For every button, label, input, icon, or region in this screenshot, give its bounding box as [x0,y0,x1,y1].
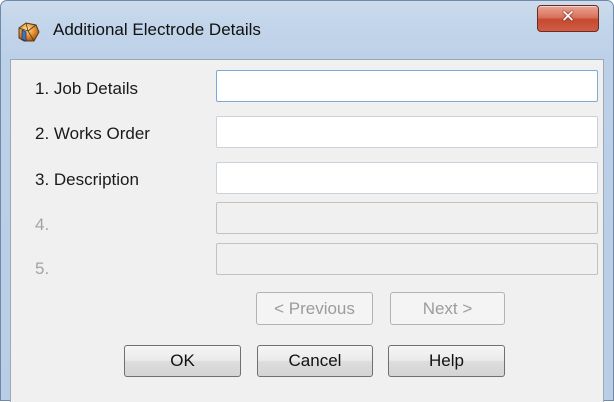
field-5-input [216,243,598,275]
dialog-body: 1. Job Details 2. Works Order 3. Descrip… [10,59,604,402]
cancel-button[interactable]: Cancel [257,345,373,377]
field-4-input [216,202,598,234]
field-label-description: 3. Description [35,170,139,189]
dialog-window: Additional Electrode Details ✕ 1. Job De… [0,0,614,402]
works-order-input[interactable] [216,116,598,148]
electrode-app-icon [18,22,40,42]
ok-button[interactable]: OK [124,345,241,377]
description-input[interactable] [216,162,598,194]
previous-button[interactable]: < Previous [256,292,373,325]
title-bar[interactable]: Additional Electrode Details ✕ [1,1,613,59]
close-icon: ✕ [560,7,576,27]
field-label-4: 4. [35,215,50,234]
window-title: Additional Electrode Details [53,20,261,39]
field-label-works-order: 2. Works Order [35,124,150,143]
close-button[interactable]: ✕ [537,5,599,32]
job-details-input[interactable] [216,70,598,102]
field-label-job-details: 1. Job Details [35,79,138,98]
field-label-5: 5. [35,259,50,278]
help-button[interactable]: Help [388,345,505,377]
next-button[interactable]: Next > [390,292,505,325]
